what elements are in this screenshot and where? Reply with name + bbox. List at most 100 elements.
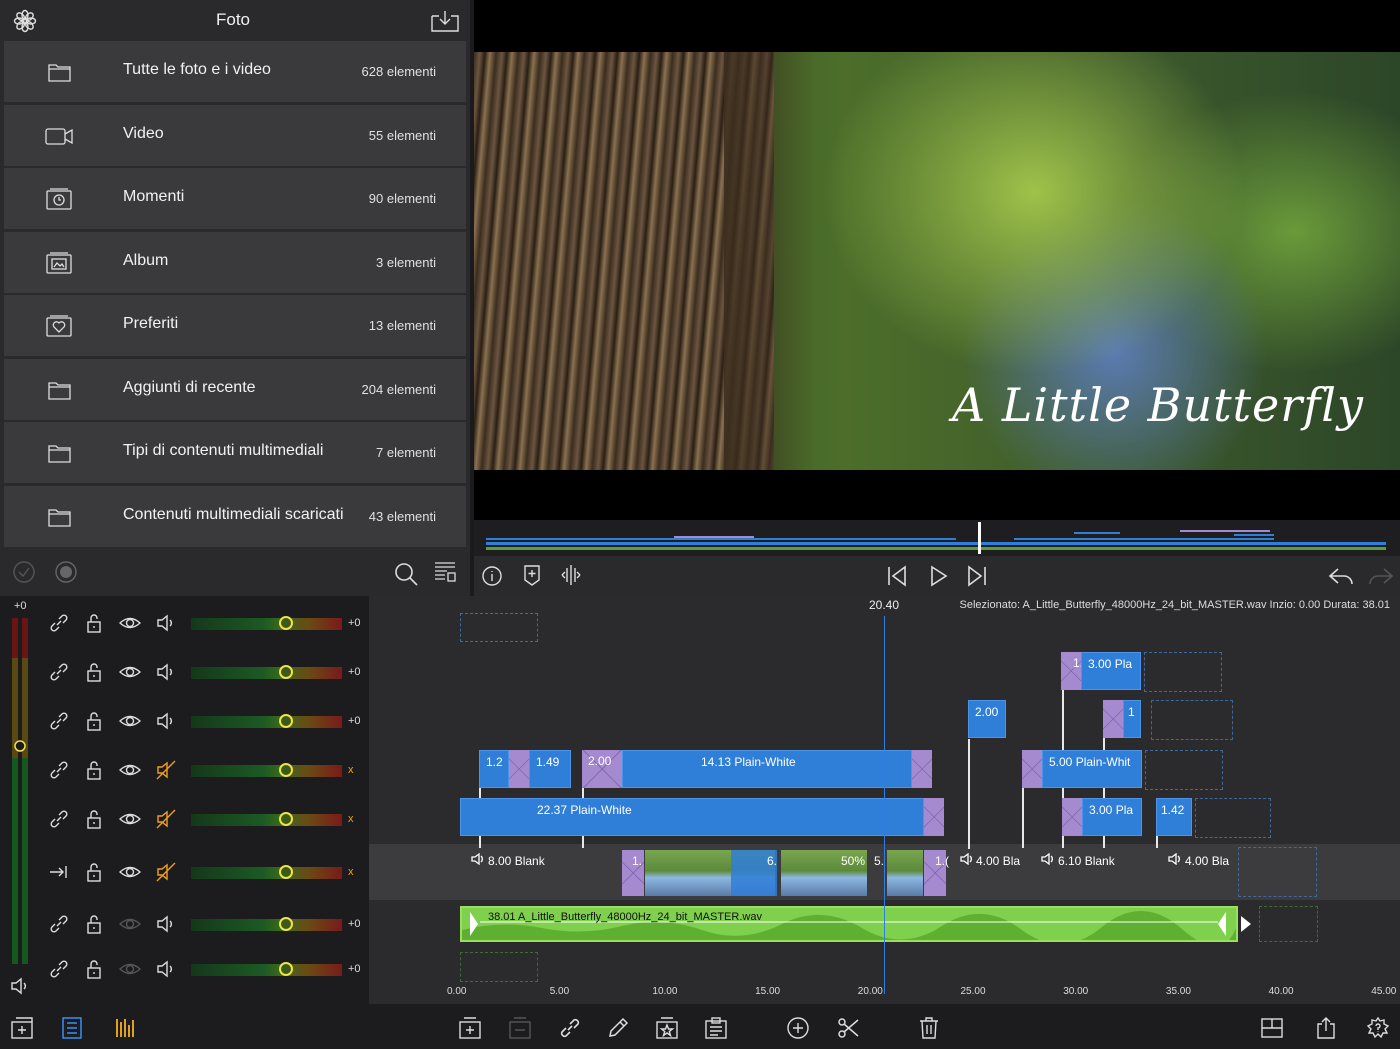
link-icon[interactable] bbox=[48, 710, 70, 732]
redo-icon[interactable] bbox=[1368, 565, 1394, 587]
lock-open-icon[interactable] bbox=[83, 612, 105, 634]
connected-clip[interactable]: 1.2 bbox=[479, 750, 509, 788]
lock-open-icon[interactable] bbox=[83, 710, 105, 732]
volume-fader[interactable] bbox=[191, 917, 342, 931]
transition[interactable] bbox=[912, 750, 932, 788]
volume-fader-knob[interactable] bbox=[279, 962, 294, 976]
volume-fader[interactable] bbox=[191, 616, 342, 630]
lock-open-icon[interactable] bbox=[83, 808, 105, 830]
viewer-canvas[interactable]: A Little Butterfly bbox=[474, 0, 1400, 520]
share-icon[interactable] bbox=[1314, 1016, 1338, 1040]
browser-row-media-types[interactable]: Tipi di contenuti multimediali 7 element… bbox=[4, 422, 466, 483]
audio-trim-handle-icon[interactable] bbox=[1239, 914, 1253, 934]
volume-fader[interactable] bbox=[191, 865, 342, 879]
undo-icon[interactable] bbox=[1328, 565, 1354, 587]
connected-clip[interactable]: 3.00 Pla bbox=[1081, 652, 1141, 690]
link-icon[interactable] bbox=[48, 958, 70, 980]
clipboard-icon[interactable] bbox=[704, 1016, 728, 1040]
speaker-icon[interactable] bbox=[10, 976, 32, 996]
arrow-to-line-icon[interactable] bbox=[48, 861, 70, 883]
playhead[interactable] bbox=[884, 616, 885, 994]
lock-open-icon[interactable] bbox=[83, 958, 105, 980]
speaker-icon[interactable] bbox=[155, 958, 177, 980]
link-icon[interactable] bbox=[48, 808, 70, 830]
link-icon[interactable] bbox=[48, 612, 70, 634]
connected-clip-plain-white[interactable]: 5.00 Plain-Whit bbox=[1042, 750, 1142, 788]
link-icon[interactable] bbox=[48, 913, 70, 935]
eye-icon[interactable] bbox=[119, 958, 141, 980]
connected-clip[interactable]: 2.00 bbox=[968, 700, 1006, 738]
transition[interactable] bbox=[1022, 750, 1042, 788]
effects-star-icon[interactable] bbox=[655, 1016, 679, 1040]
empty-track-slot[interactable] bbox=[1238, 847, 1317, 897]
browser-row-favorites[interactable]: Preferiti 13 elementi bbox=[4, 295, 466, 356]
speaker-icon[interactable] bbox=[155, 710, 177, 732]
eye-icon[interactable] bbox=[119, 861, 141, 883]
volume-fader-knob[interactable] bbox=[279, 665, 294, 679]
connected-clip[interactable]: 1.49 bbox=[529, 750, 571, 788]
marker-icon[interactable] bbox=[522, 564, 542, 586]
replace-clip-icon[interactable] bbox=[508, 1016, 532, 1040]
volume-fader-knob[interactable] bbox=[279, 714, 294, 728]
browser-row-video[interactable]: Video 55 elementi bbox=[4, 105, 466, 166]
timeline[interactable]: 20.40 Selezionato: A_Little_Butterfly_48… bbox=[369, 596, 1400, 1004]
project-overview-scrubber[interactable] bbox=[474, 520, 1400, 556]
import-icon[interactable] bbox=[431, 10, 459, 32]
volume-fader-knob[interactable] bbox=[279, 917, 294, 931]
checkmark-circle-icon[interactable] bbox=[12, 560, 36, 584]
link-icon[interactable] bbox=[48, 759, 70, 781]
browser-row-moments[interactable]: Momenti 90 elementi bbox=[4, 168, 466, 229]
connected-clip-plain-white[interactable]: 14.13 Plain-White bbox=[622, 750, 912, 788]
layout-icon[interactable] bbox=[1260, 1016, 1284, 1040]
empty-track-slot[interactable] bbox=[1144, 652, 1222, 692]
lock-open-icon[interactable] bbox=[83, 861, 105, 883]
speaker-muted-icon[interactable] bbox=[155, 861, 177, 883]
time-ruler[interactable]: 0.00 5.00 10.00 15.00 20.00 25.00 30.00 35.00 40… bbox=[369, 978, 1400, 1004]
connected-clip-plain-white[interactable]: 22.37 Plain-White bbox=[460, 798, 924, 836]
video-clip-thumbnails[interactable] bbox=[887, 850, 923, 896]
audio-clip-selected[interactable]: 38.01 A_Little_Butterfly_48000Hz_24_bit_… bbox=[460, 906, 1238, 942]
info-icon[interactable] bbox=[481, 565, 503, 587]
empty-track-slot[interactable] bbox=[460, 613, 538, 642]
lock-open-icon[interactable] bbox=[83, 759, 105, 781]
connected-clip[interactable]: 1. bbox=[1061, 652, 1081, 690]
add-track-icon[interactable] bbox=[10, 1016, 34, 1040]
scissors-icon[interactable] bbox=[836, 1016, 860, 1040]
volume-fader[interactable] bbox=[191, 714, 342, 728]
speaker-icon[interactable] bbox=[155, 913, 177, 935]
link-icon[interactable] bbox=[558, 1016, 582, 1040]
skip-forward-icon[interactable] bbox=[966, 565, 988, 587]
empty-audio-slot[interactable] bbox=[1259, 906, 1318, 942]
split-clip-icon[interactable] bbox=[560, 564, 582, 586]
eye-icon[interactable] bbox=[119, 913, 141, 935]
transition[interactable] bbox=[1062, 798, 1082, 836]
trash-icon[interactable] bbox=[917, 1016, 941, 1040]
eye-icon[interactable] bbox=[119, 661, 141, 683]
skip-back-icon[interactable] bbox=[886, 565, 908, 587]
sort-list-icon[interactable] bbox=[433, 560, 457, 584]
record-circle-icon[interactable] bbox=[54, 560, 78, 584]
browser-row-album[interactable]: Album 3 elementi bbox=[4, 232, 466, 293]
play-icon[interactable] bbox=[927, 565, 949, 587]
add-circle-icon[interactable] bbox=[786, 1016, 810, 1040]
volume-fader-knob[interactable] bbox=[279, 763, 294, 777]
connected-clip[interactable]: 1 bbox=[1123, 700, 1141, 738]
volume-fader[interactable] bbox=[191, 962, 342, 976]
browser-row-downloaded[interactable]: Contenuti multimediali scaricati 43 elem… bbox=[4, 486, 466, 547]
add-clip-icon[interactable] bbox=[458, 1016, 482, 1040]
lock-open-icon[interactable] bbox=[83, 913, 105, 935]
track-list-icon[interactable] bbox=[60, 1016, 84, 1040]
transition[interactable] bbox=[1103, 700, 1123, 738]
connected-clip[interactable]: 3.00 Pla bbox=[1082, 798, 1142, 836]
browser-row-recent[interactable]: Aggiunti di recente 204 elementi bbox=[4, 359, 466, 420]
eye-icon[interactable] bbox=[119, 612, 141, 634]
volume-fader-knob[interactable] bbox=[279, 812, 294, 826]
connected-clip[interactable]: 1.42 bbox=[1156, 798, 1192, 836]
empty-track-slot[interactable] bbox=[1145, 750, 1223, 790]
settings-help-icon[interactable] bbox=[1366, 1016, 1390, 1040]
empty-track-slot[interactable] bbox=[1151, 700, 1233, 740]
eye-icon[interactable] bbox=[119, 808, 141, 830]
speaker-muted-icon[interactable] bbox=[155, 808, 177, 830]
eye-icon[interactable] bbox=[119, 710, 141, 732]
speaker-icon[interactable] bbox=[155, 661, 177, 683]
